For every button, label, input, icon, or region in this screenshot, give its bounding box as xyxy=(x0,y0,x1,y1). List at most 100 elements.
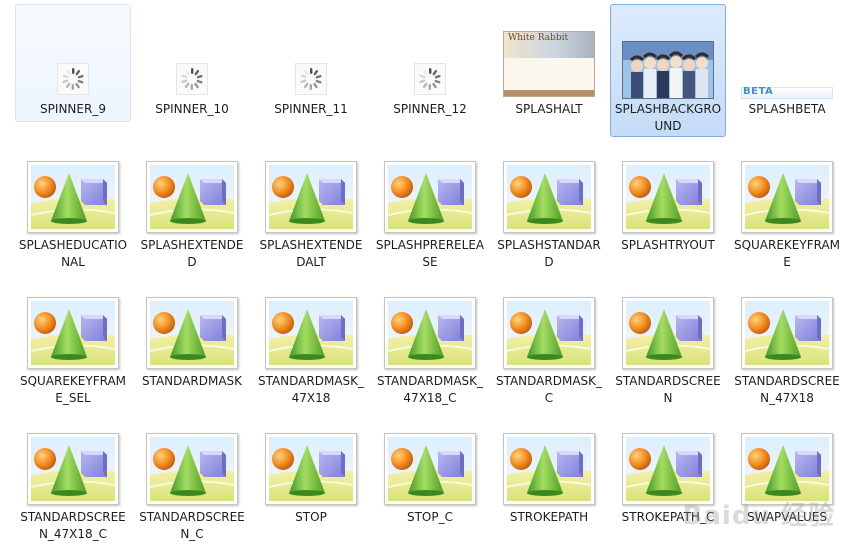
image-thumbnail xyxy=(27,161,119,233)
image-file-icon xyxy=(622,297,714,369)
file-name-label: SPLASHTRYOUT xyxy=(621,238,715,252)
image-file-icon xyxy=(384,433,476,505)
file-name-label: STANDARDSCREEN_47X18_C xyxy=(20,510,126,541)
image-file-icon xyxy=(27,297,119,369)
image-thumbnail xyxy=(384,433,476,505)
file-name-label: STOP xyxy=(295,510,327,524)
spinner-thumbnail xyxy=(176,63,208,95)
image-file-icon xyxy=(265,161,357,233)
file-item[interactable]: STANDARDMASK_C xyxy=(491,290,607,408)
file-item[interactable]: SPLASHBACKGROUND xyxy=(610,4,726,137)
file-item[interactable]: BETA SPLASHBETA xyxy=(729,4,843,122)
file-item[interactable]: SPINNER_12 xyxy=(372,4,488,122)
file-item[interactable]: STANDARDSCREEN xyxy=(610,290,726,408)
file-item[interactable]: SPINNER_9 xyxy=(15,4,131,122)
image-file-icon xyxy=(146,433,238,505)
image-file-icon xyxy=(265,433,357,505)
file-item[interactable]: SPINNER_10 xyxy=(134,4,250,122)
image-thumbnail xyxy=(146,297,238,369)
file-item[interactable]: STANDARDMASK_47X18_C xyxy=(372,290,488,408)
spinner-thumbnail xyxy=(57,63,89,95)
file-item[interactable]: SPLASHEDUCATIONAL xyxy=(15,154,131,272)
file-name-label: STANDARDMASK_C xyxy=(495,374,603,405)
file-name-label: STANDARDMASK xyxy=(141,374,243,388)
image-thumbnail xyxy=(27,297,119,369)
image-file-icon xyxy=(384,297,476,369)
image-thumbnail xyxy=(741,161,833,233)
file-item[interactable]: STANDARDSCREEN_47X18_C xyxy=(15,426,131,544)
image-file-icon xyxy=(503,297,595,369)
spinner-icon xyxy=(295,63,327,95)
image-thumbnail xyxy=(27,433,119,505)
file-name-label: SPLASHBACKGROUND xyxy=(614,102,722,133)
file-item[interactable]: SPLASHEXTENDEDALT xyxy=(253,154,369,272)
file-name-label: STOP_C xyxy=(406,510,453,524)
image-thumbnail xyxy=(265,297,357,369)
file-item[interactable]: White Rabbit SPLASHALT xyxy=(491,4,607,122)
file-item[interactable]: STANDARDMASK xyxy=(134,290,250,408)
thumbnail-logo-text: White Rabbit xyxy=(508,33,569,43)
file-name-label: STANDARDSCREEN_47X18 xyxy=(734,374,840,405)
image-thumbnail xyxy=(384,297,476,369)
image-file-icon xyxy=(27,433,119,505)
image-file-icon xyxy=(146,297,238,369)
file-name-label: SPLASHBETA xyxy=(748,102,826,116)
image-file-icon xyxy=(503,433,595,505)
file-item[interactable]: STOP xyxy=(253,426,369,544)
file-item[interactable]: STROKEPATH xyxy=(491,426,607,544)
file-name-label: SPLASHALT xyxy=(515,102,583,116)
image-file-icon xyxy=(741,161,833,233)
file-name-label: SPLASHSTANDARD xyxy=(497,238,601,269)
file-item[interactable]: SPLASHEXTENDED xyxy=(134,154,250,272)
file-item[interactable]: SPLASHTRYOUT xyxy=(610,154,726,272)
file-name-label: STANDARDSCREEN xyxy=(615,374,721,405)
file-item[interactable]: SPLASHPRERELEASE xyxy=(372,154,488,272)
spinner-icon xyxy=(57,63,89,95)
image-file-icon xyxy=(27,161,119,233)
file-name-label: STANDARDMASK_47X18_C xyxy=(376,374,484,405)
image-file-icon xyxy=(503,161,595,233)
file-name-label: STANDARDMASK_47X18 xyxy=(257,374,365,405)
file-item[interactable]: STANDARDSCREEN_47X18 xyxy=(729,290,843,408)
image-thumbnail xyxy=(146,161,238,233)
file-item[interactable]: STANDARDSCREEN_C xyxy=(134,426,250,544)
file-name-label: SQUAREKEYFRAME_SEL xyxy=(19,374,127,405)
file-icon-grid: SPINNER_9 SPINNER_10 SPINNER_11 SPINNER_12 W… xyxy=(0,0,843,550)
file-name-label: STANDARDSCREEN_C xyxy=(139,510,245,541)
image-file-icon xyxy=(622,161,714,233)
file-name-label: SPLASHPRERELEASE xyxy=(375,238,485,269)
spinner-icon xyxy=(176,63,208,95)
file-name-label: SPINNER_12 xyxy=(393,102,467,116)
spinner-thumbnail xyxy=(295,63,327,95)
image-thumbnail xyxy=(503,161,595,233)
file-name-label: SPLASHEXTENDEDALT xyxy=(259,238,363,269)
image-thumbnail xyxy=(146,433,238,505)
watermark-logo: Baidu 经验 xyxy=(682,501,835,531)
splash-background-thumbnail xyxy=(622,41,714,99)
file-name-label: SPINNER_11 xyxy=(274,102,348,116)
file-name-label: SPINNER_9 xyxy=(40,102,106,116)
image-thumbnail xyxy=(265,433,357,505)
splash-alt-thumbnail: White Rabbit xyxy=(503,31,595,97)
file-item[interactable]: STANDARDMASK_47X18 xyxy=(253,290,369,408)
image-file-icon xyxy=(741,297,833,369)
file-name-label: STROKEPATH xyxy=(509,510,589,524)
image-thumbnail xyxy=(503,297,595,369)
file-item[interactable]: SQUAREKEYFRAME_SEL xyxy=(15,290,131,408)
image-thumbnail xyxy=(265,161,357,233)
image-file-icon xyxy=(384,161,476,233)
file-item[interactable]: SQUAREKEYFRAME xyxy=(729,154,843,272)
file-name-label: SPINNER_10 xyxy=(155,102,229,116)
spinner-icon xyxy=(414,63,446,95)
image-thumbnail xyxy=(622,161,714,233)
file-item[interactable]: STOP_C xyxy=(372,426,488,544)
image-thumbnail xyxy=(503,433,595,505)
splash-beta-thumbnail: BETA xyxy=(741,86,833,99)
image-thumbnail xyxy=(741,297,833,369)
file-item[interactable]: SPINNER_11 xyxy=(253,4,369,122)
image-file-icon xyxy=(265,297,357,369)
thumbnail-badge-text: BETA xyxy=(743,86,774,97)
spinner-thumbnail xyxy=(414,63,446,95)
file-name-label: SPLASHEXTENDED xyxy=(140,238,244,269)
file-item[interactable]: SPLASHSTANDARD xyxy=(491,154,607,272)
